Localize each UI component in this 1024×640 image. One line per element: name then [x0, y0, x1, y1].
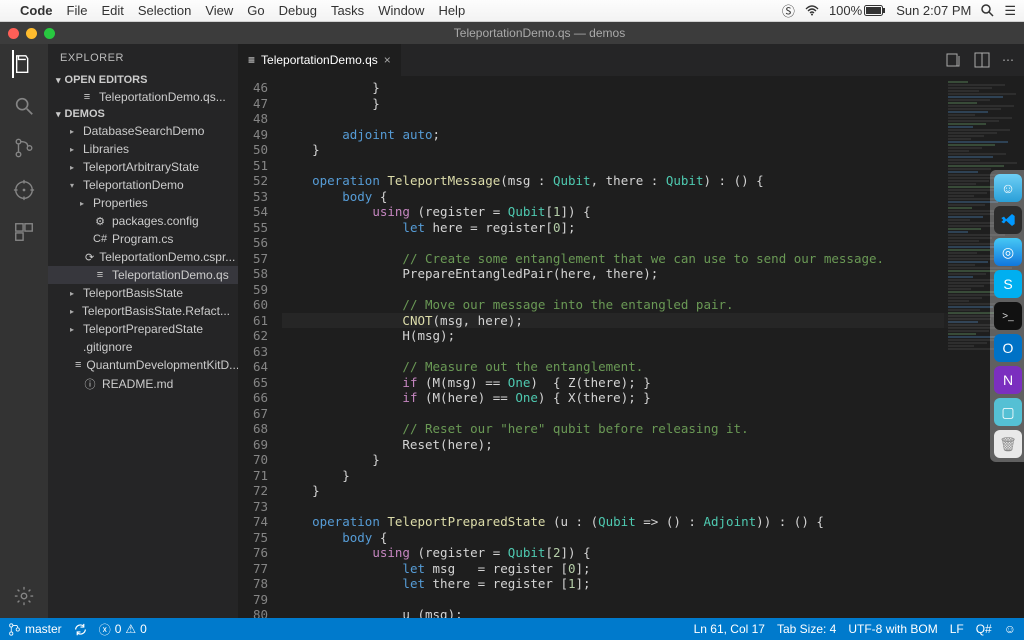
- minimize-window[interactable]: [26, 28, 37, 39]
- dock-skype-icon[interactable]: S: [994, 270, 1022, 298]
- dock-trash-icon[interactable]: 🗑: [994, 430, 1022, 458]
- code-lines[interactable]: } } adjoint auto; } operation TeleportMe…: [282, 80, 1024, 618]
- wifi-icon[interactable]: [805, 5, 819, 16]
- more-actions-icon[interactable]: ⋯: [1002, 53, 1014, 67]
- search-icon[interactable]: [12, 94, 36, 118]
- split-editor-icon[interactable]: [974, 52, 990, 68]
- battery-status[interactable]: 100%: [829, 3, 886, 18]
- zoom-window[interactable]: [44, 28, 55, 39]
- extensions-icon[interactable]: [12, 220, 36, 244]
- tree-item[interactable]: ▸TeleportArbitraryState: [48, 158, 238, 176]
- sync-icon[interactable]: [74, 623, 87, 636]
- dock-outlook-icon[interactable]: O: [994, 334, 1022, 362]
- tree-item[interactable]: ⟳TeleportationDemo.cspr...: [48, 248, 238, 266]
- sidebar-explorer: EXPLORER ▾OPEN EDITORS ≡TeleportationDem…: [48, 44, 238, 618]
- problems-status[interactable]: ⓧ0 ⚠0: [99, 621, 147, 638]
- eol[interactable]: LF: [950, 622, 964, 636]
- encoding[interactable]: UTF-8 with BOM: [848, 622, 937, 636]
- dock-finder-icon[interactable]: ☺: [994, 174, 1022, 202]
- debug-icon[interactable]: [12, 178, 36, 202]
- tree-item[interactable]: C#Program.cs: [48, 230, 238, 248]
- spotlight-icon[interactable]: [981, 4, 994, 17]
- open-editor-item[interactable]: ≡TeleportationDemo.qs...: [48, 88, 238, 106]
- file-icon: ≡: [248, 53, 255, 67]
- code-editor[interactable]: 4647484950515253545556575859606162636465…: [238, 80, 1024, 618]
- tree-item[interactable]: ▸TeleportBasisState.Refact...: [48, 302, 238, 320]
- dock-vscode-icon[interactable]: [994, 206, 1022, 234]
- menu-debug[interactable]: Debug: [279, 3, 317, 18]
- open-editors-section[interactable]: ▾OPEN EDITORS: [48, 72, 238, 88]
- tree-item[interactable]: ▸DatabaseSearchDemo: [48, 122, 238, 140]
- window-titlebar: TeleportationDemo.qs — demos: [0, 22, 1024, 44]
- tree-item[interactable]: ▸Properties: [48, 194, 238, 212]
- tree-item[interactable]: ▾TeleportationDemo: [48, 176, 238, 194]
- tree-item[interactable]: ⚙packages.config: [48, 212, 238, 230]
- dock-terminal-icon[interactable]: >_: [994, 302, 1022, 330]
- tree-item[interactable]: ≡TeleportationDemo.qs: [48, 266, 238, 284]
- dock-safari-icon[interactable]: ◎: [994, 238, 1022, 266]
- editor-group: ≡ TeleportationDemo.qs × ⋯ 4647484950515…: [238, 44, 1024, 618]
- tab-teleportationdemo[interactable]: ≡ TeleportationDemo.qs ×: [238, 44, 402, 76]
- menu-help[interactable]: Help: [438, 3, 465, 18]
- macos-dock: ☺ ◎ S >_ O N ▢ 🗑: [990, 170, 1024, 462]
- tree-item[interactable]: ▸TeleportBasisState: [48, 284, 238, 302]
- activity-bar: [0, 44, 48, 618]
- macos-menubar: Code File Edit Selection View Go Debug Tasks Wi…: [0, 0, 1024, 22]
- clock[interactable]: Sun 2:07 PM: [896, 3, 971, 18]
- feedback-icon[interactable]: ☺: [1004, 622, 1016, 636]
- tree-item[interactable]: ≡QuantumDevelopmentKitD...: [48, 356, 238, 374]
- sidebar-title: EXPLORER: [48, 44, 238, 72]
- tree-item[interactable]: ▸Libraries: [48, 140, 238, 158]
- menu-go[interactable]: Go: [247, 3, 264, 18]
- menu-edit[interactable]: Edit: [101, 3, 123, 18]
- compare-changes-icon[interactable]: [946, 52, 962, 68]
- skype-status-icon[interactable]: Ⓢ: [782, 1, 795, 20]
- menu-selection[interactable]: Selection: [138, 3, 191, 18]
- dock-folder-icon[interactable]: ▢: [994, 398, 1022, 426]
- close-tab-icon[interactable]: ×: [384, 53, 391, 67]
- window-controls: [8, 28, 55, 39]
- source-control-icon[interactable]: [12, 136, 36, 160]
- menu-view[interactable]: View: [205, 3, 233, 18]
- menu-file[interactable]: File: [67, 3, 88, 18]
- menu-window[interactable]: Window: [378, 3, 424, 18]
- explorer-icon[interactable]: [12, 52, 36, 76]
- tree-item[interactable]: ▸TeleportPreparedState: [48, 320, 238, 338]
- tab-label: TeleportationDemo.qs: [261, 53, 378, 67]
- menu-tasks[interactable]: Tasks: [331, 3, 364, 18]
- app-name[interactable]: Code: [20, 3, 53, 18]
- cursor-position[interactable]: Ln 61, Col 17: [694, 622, 765, 636]
- settings-icon[interactable]: [12, 584, 36, 608]
- status-bar: master ⓧ0 ⚠0 Ln 61, Col 17 Tab Size: 4 U…: [0, 618, 1024, 640]
- close-window[interactable]: [8, 28, 19, 39]
- dock-onenote-icon[interactable]: N: [994, 366, 1022, 394]
- window-title: TeleportationDemo.qs — demos: [63, 26, 1016, 40]
- tab-size[interactable]: Tab Size: 4: [777, 622, 836, 636]
- git-branch[interactable]: master: [8, 622, 62, 636]
- line-gutter: 4647484950515253545556575859606162636465…: [238, 80, 282, 618]
- tree-item[interactable]: .gitignore: [48, 338, 238, 356]
- notifications-icon[interactable]: ☰: [1004, 3, 1016, 19]
- tree-item[interactable]: ⓘREADME.md: [48, 374, 238, 394]
- workspace-section[interactable]: ▾DEMOS: [48, 106, 238, 122]
- language-mode[interactable]: Q#: [976, 622, 992, 636]
- editor-tabbar: ≡ TeleportationDemo.qs × ⋯: [238, 44, 1024, 76]
